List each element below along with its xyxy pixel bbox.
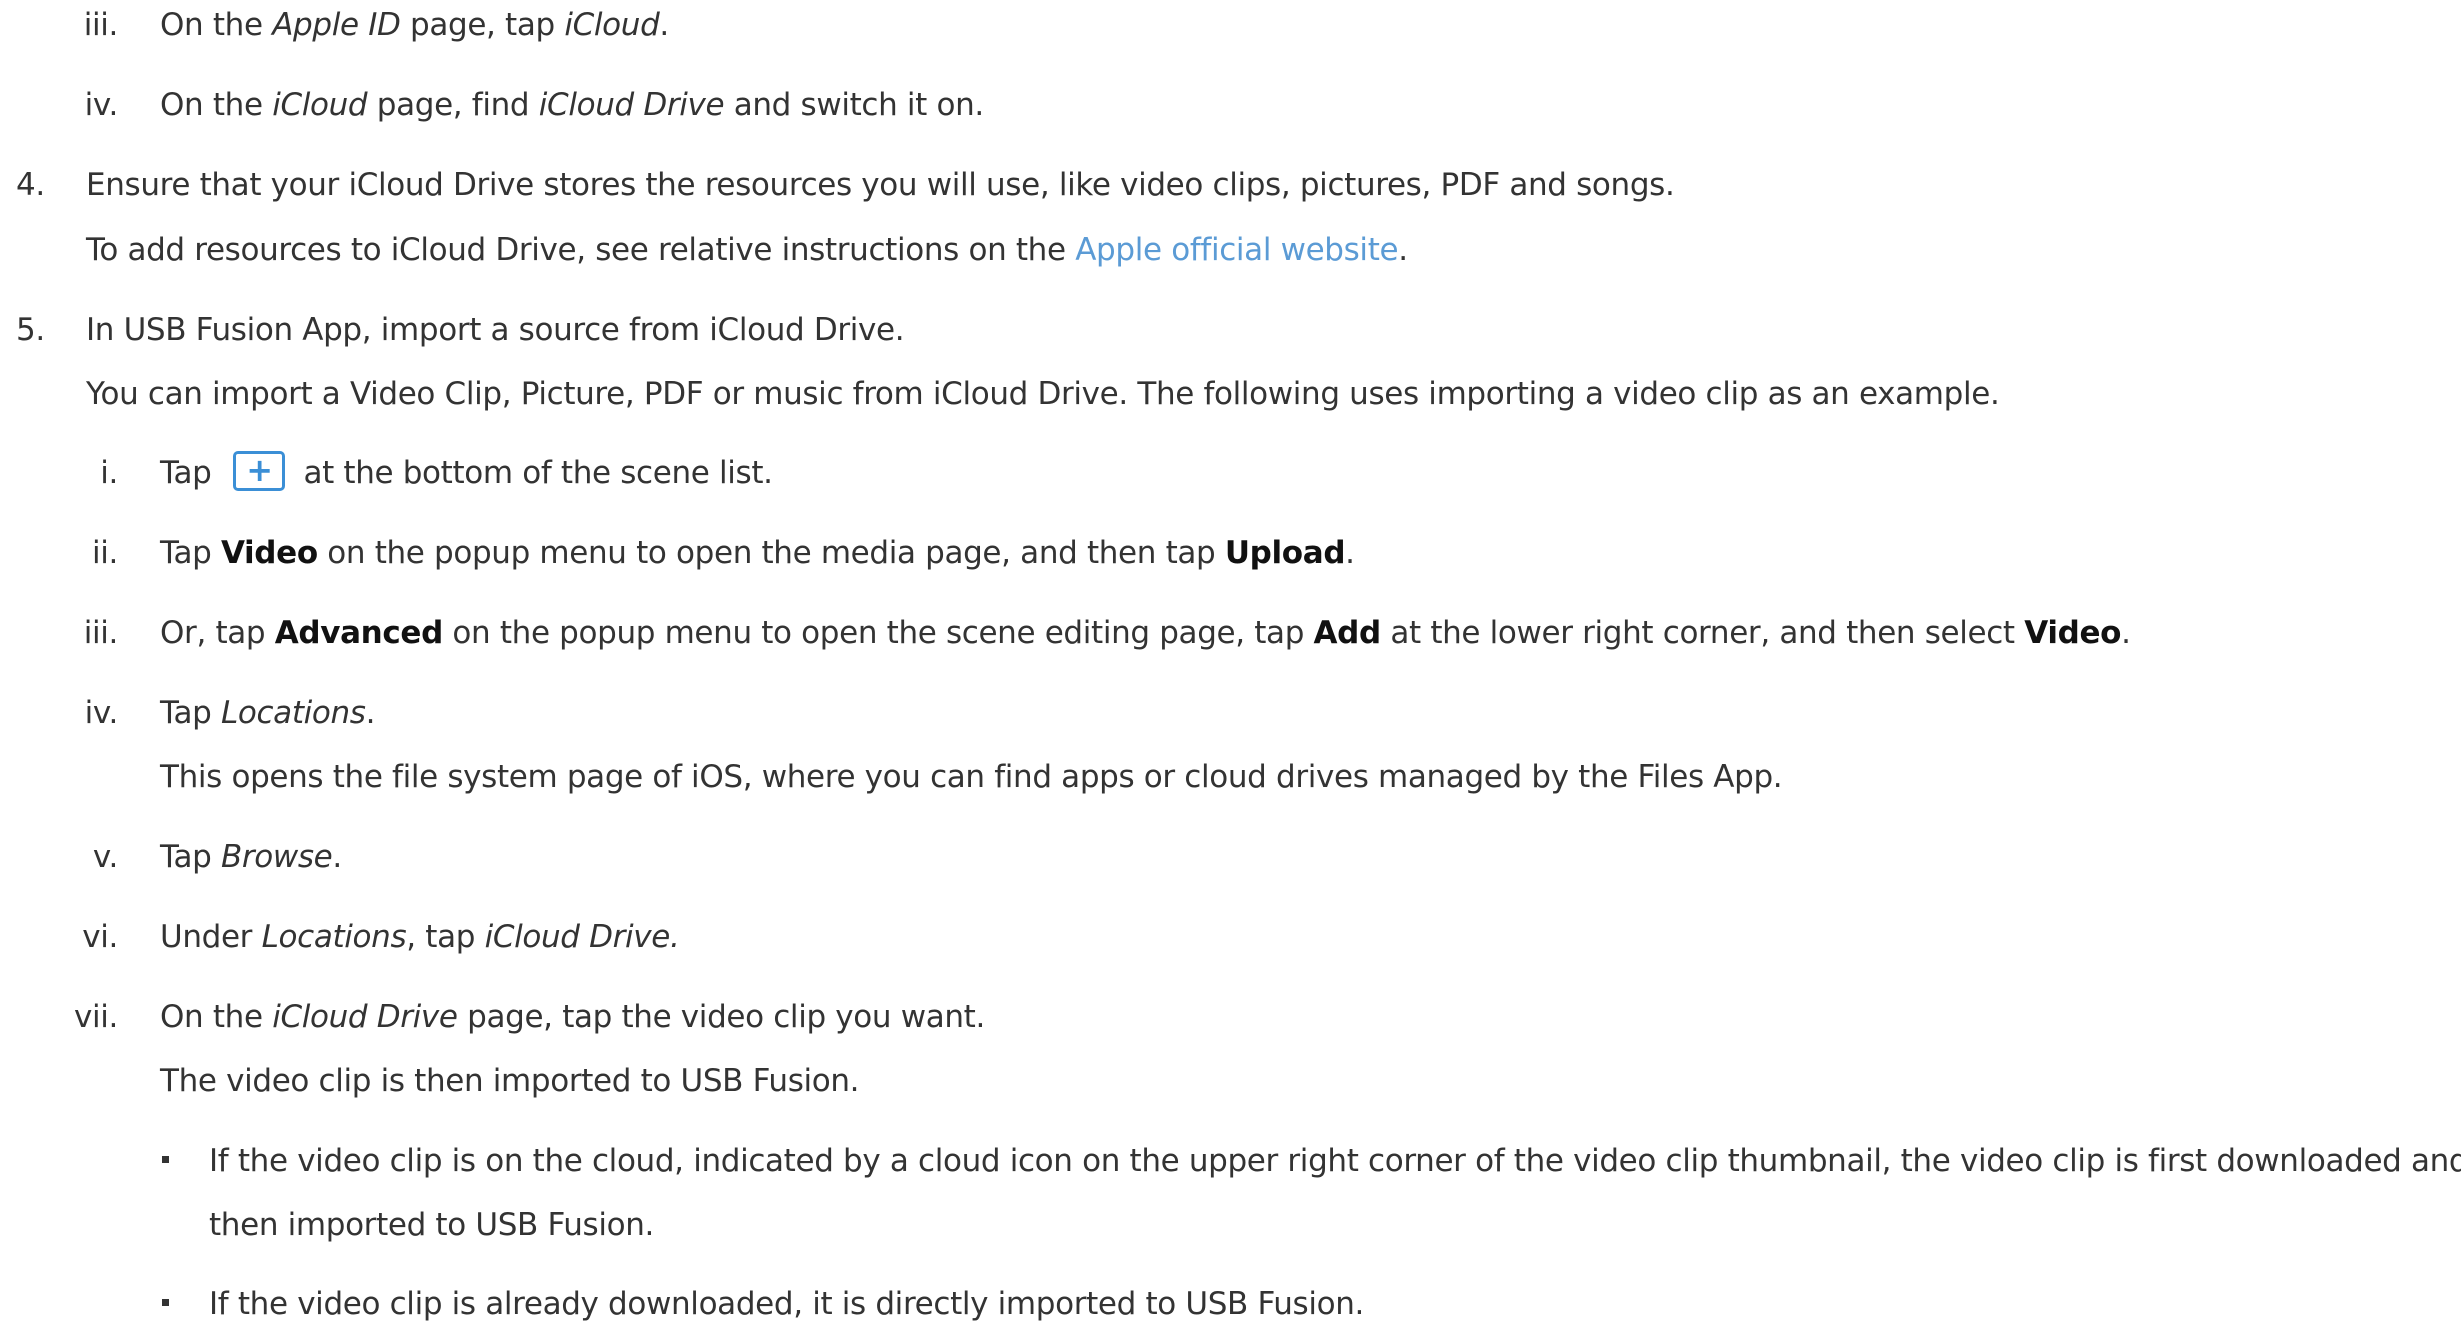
list-number: 5. [16,312,45,348]
list-number: v. [92,839,118,875]
bullet-icon [162,1299,169,1306]
list-number: vi. [82,919,118,955]
step-text: On the iCloud Drive page, tap the video … [160,999,985,1035]
list-number: 4. [16,167,45,203]
bullet-icon [162,1156,169,1163]
step-text: Under Locations, tap iCloud Drive. [160,919,680,955]
bullet-text: If the video clip is on the cloud, indic… [209,1143,2461,1179]
step-text: Or, tap Advanced on the popup menu to op… [160,615,2131,651]
list-number: iii. [83,7,119,43]
step-subtext: To add resources to iCloud Drive, see re… [86,232,1408,268]
list-number: vii. [73,999,118,1035]
step-text: In USB Fusion App, import a source from … [86,312,905,348]
bullet-text-continued: then imported to USB Fusion. [209,1207,655,1243]
step-text: Tap Browse. [160,839,342,875]
list-number: iii. [83,615,119,651]
step-text: On the Apple ID page, tap iCloud. [160,7,669,43]
step-subtext: This opens the file system page of iOS, … [160,759,1783,795]
plus-icon: + [233,450,286,491]
step-subtext: The video clip is then imported to USB F… [160,1063,860,1099]
step-text: Tap + at the bottom of the scene list. [160,450,773,491]
bullet-text: If the video clip is already downloaded,… [209,1286,1365,1322]
list-number: iv. [84,695,119,731]
step-text: Tap Locations. [160,695,376,731]
list-number: iv. [84,87,119,123]
list-number: i. [100,455,118,491]
step-text: Tap Video on the popup menu to open the … [160,535,1355,571]
list-number: ii. [91,535,118,571]
step-text: Ensure that your iCloud Drive stores the… [86,167,1675,203]
apple-website-link[interactable]: Apple official website [1075,232,1398,268]
step-text: On the iCloud page, find iCloud Drive an… [160,87,984,123]
step-subtext: You can import a Video Clip, Picture, PD… [86,376,2000,412]
